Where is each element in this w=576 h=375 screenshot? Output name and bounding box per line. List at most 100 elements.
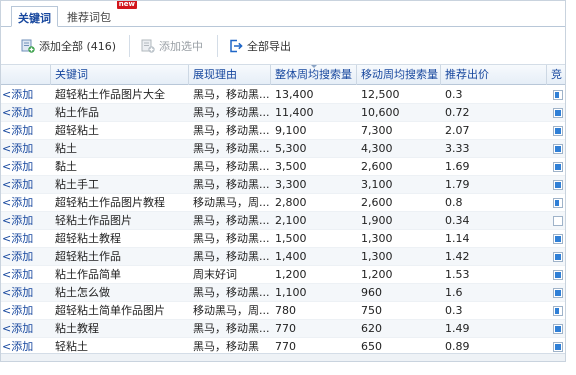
competition-meter-fill: [555, 164, 561, 170]
table-row: <添加 超轻粘土作品图片大全 黑马，移动黑... 13,400 12,500 0.3: [1, 86, 565, 104]
add-keyword-link[interactable]: <添加: [1, 104, 51, 122]
keyword-cell: 粘土怎么做: [55, 286, 110, 299]
table-row: <添加 粘土手工 黑马，移动黑... 3,300 3,100 1.79: [1, 176, 565, 194]
add-selected-icon: [141, 39, 155, 53]
total-search-cell: 770: [275, 322, 296, 335]
new-badge: new: [116, 0, 137, 9]
keyword-cell: 超轻粘土作品: [55, 250, 121, 263]
add-keyword-link[interactable]: <添加: [1, 266, 51, 284]
header-recommended-bid[interactable]: 推荐出价: [441, 65, 547, 85]
reason-cell: 黑马，移动黑...: [193, 160, 270, 173]
total-search-cell: 2,800: [275, 196, 307, 209]
keyword-panel: 关键词 推荐词包 new 添加全部 (416) 添加选中 全部导出 关键词 展现…: [0, 0, 566, 362]
toolbar-divider: [217, 35, 218, 57]
reason-cell: 黑马，移动黑...: [193, 286, 270, 299]
keyword-cell: 粘土: [55, 142, 77, 155]
competition-meter: [553, 198, 563, 208]
add-selected-label: 添加选中: [159, 40, 203, 53]
mobile-search-cell: 10,600: [361, 106, 400, 119]
tab-keywords[interactable]: 关键词: [11, 6, 58, 27]
header-competition[interactable]: 竞: [547, 65, 565, 85]
header-keyword[interactable]: 关键词: [51, 65, 189, 85]
header-mobile-search[interactable]: 移动周均搜索量: [357, 65, 441, 85]
mobile-search-cell: 4,300: [361, 142, 393, 155]
keyword-cell: 超轻粘土教程: [55, 232, 121, 245]
recommended-bid-cell: 3.33: [445, 142, 470, 155]
total-search-cell: 1,500: [275, 232, 307, 245]
recommended-bid-cell: 1.49: [445, 322, 470, 335]
reason-cell: 周末好词: [193, 268, 237, 281]
mobile-search-cell: 1,300: [361, 232, 393, 245]
add-keyword-link[interactable]: <添加: [1, 176, 51, 194]
table-row: <添加 超轻粘土作品图片教程 移动黑马，周... 2,800 2,600 0.8: [1, 194, 565, 212]
reason-cell: 黑马，移动黑...: [193, 178, 270, 191]
add-keyword-link[interactable]: <添加: [1, 230, 51, 248]
add-keyword-link[interactable]: <添加: [1, 140, 51, 158]
mobile-search-cell: 12,500: [361, 88, 400, 101]
toolbar: 添加全部 (416) 添加选中 全部导出: [1, 27, 565, 65]
total-search-cell: 3,300: [275, 178, 307, 191]
mobile-search-cell: 7,300: [361, 124, 393, 137]
recommended-bid-cell: 1.69: [445, 160, 470, 173]
recommended-bid-cell: 0.72: [445, 106, 470, 119]
table-row: <添加 粘土 黑马，移动黑... 5,300 4,300 3.33: [1, 140, 565, 158]
add-selected-button[interactable]: 添加选中: [141, 37, 203, 55]
sort-indicator-icon: [309, 65, 318, 68]
competition-meter-fill: [555, 254, 561, 260]
competition-meter: [553, 126, 563, 136]
competition-meter: [553, 306, 563, 316]
competition-meter: [553, 270, 563, 280]
mobile-search-cell: 620: [361, 322, 382, 335]
keyword-cell: 粘土教程: [55, 322, 99, 335]
tab-recommended-package[interactable]: 推荐词包 new: [61, 1, 137, 27]
horizontal-scrollbar[interactable]: [1, 353, 565, 361]
total-search-cell: 9,100: [275, 124, 307, 137]
competition-meter: [553, 180, 563, 190]
table-header: 关键词 展现理由 整体周均搜索量 移动周均搜索量 推荐出价 竞: [1, 65, 565, 85]
add-all-button[interactable]: 添加全部 (416): [21, 37, 116, 55]
add-keyword-link[interactable]: <添加: [1, 194, 51, 212]
header-reason[interactable]: 展现理由: [189, 65, 271, 85]
table-row: <添加 超轻粘土教程 黑马，移动黑... 1,500 1,300 1.14: [1, 230, 565, 248]
recommended-bid-cell: 1.14: [445, 232, 470, 245]
header-total-search[interactable]: 整体周均搜索量: [271, 65, 357, 85]
total-search-cell: 13,400: [275, 88, 314, 101]
keyword-cell: 超轻粘土: [55, 124, 99, 137]
reason-cell: 黑马，移动黑...: [193, 322, 270, 335]
table-row: <添加 超轻粘土 黑马，移动黑... 9,100 7,300 2.07: [1, 122, 565, 140]
add-keyword-link[interactable]: <添加: [1, 158, 51, 176]
mobile-search-cell: 960: [361, 286, 382, 299]
add-keyword-link[interactable]: <添加: [1, 320, 51, 338]
recommended-bid-cell: 0.34: [445, 214, 470, 227]
total-search-cell: 5,300: [275, 142, 307, 155]
add-keyword-link[interactable]: <添加: [1, 248, 51, 266]
add-keyword-link[interactable]: <添加: [1, 86, 51, 104]
reason-cell: 移动黑马，周...: [193, 196, 270, 209]
add-keyword-link[interactable]: <添加: [1, 212, 51, 230]
reason-cell: 黑马，移动黑...: [193, 124, 270, 137]
add-keyword-link[interactable]: <添加: [1, 122, 51, 140]
competition-meter-fill: [555, 344, 561, 350]
add-all-label: 添加全部 (416): [39, 40, 117, 53]
keyword-cell: 粘土手工: [55, 178, 99, 191]
table-row: <添加 粘土教程 黑马，移动黑... 770 620 1.49: [1, 320, 565, 338]
competition-meter-fill: [555, 146, 561, 152]
competition-meter: [553, 324, 563, 334]
table-row: <添加 黏土 黑马，移动黑... 3,500 2,600 1.69: [1, 158, 565, 176]
competition-meter-fill: [555, 326, 561, 332]
add-keyword-link[interactable]: <添加: [1, 284, 51, 302]
keyword-cell: 超轻粘土作品图片大全: [55, 88, 165, 101]
total-search-cell: 3,500: [275, 160, 307, 173]
competition-meter: [553, 288, 563, 298]
mobile-search-cell: 2,600: [361, 196, 393, 209]
competition-meter: [553, 342, 563, 352]
mobile-search-cell: 1,200: [361, 268, 393, 281]
recommended-bid-cell: 2.07: [445, 124, 470, 137]
add-keyword-link[interactable]: <添加: [1, 302, 51, 320]
keyword-cell: 黏土: [55, 160, 77, 173]
recommended-bid-cell: 1.6: [445, 286, 463, 299]
total-search-cell: 1,100: [275, 286, 307, 299]
competition-meter-fill: [555, 200, 560, 206]
export-all-button[interactable]: 全部导出: [229, 37, 291, 55]
mobile-search-cell: 2,600: [361, 160, 393, 173]
